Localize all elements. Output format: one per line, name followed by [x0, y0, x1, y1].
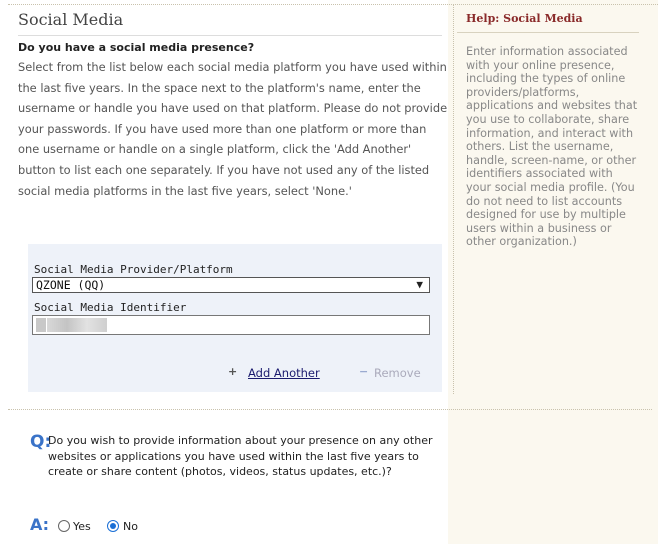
platform-select-value: QZONE (QQ)	[36, 278, 106, 292]
help-text: Enter information associated with your o…	[466, 45, 638, 249]
identifier-input[interactable]	[32, 315, 430, 335]
plus-icon: +	[228, 365, 238, 378]
page-title: Social Media	[18, 10, 124, 29]
followup-question: Do you wish to provide information about…	[48, 434, 433, 478]
instructions-text: Select from the list below each social m…	[18, 60, 448, 198]
section-question: Do you have a social media presence?	[18, 41, 255, 54]
redacted-identifier-blur	[47, 318, 107, 332]
page-background: Social Media Do you have a social media …	[0, 0, 658, 544]
help-rule	[457, 32, 639, 33]
section-divider	[8, 409, 652, 410]
platform-label: Social Media Provider/Platform	[34, 263, 233, 276]
top-divider	[8, 4, 658, 5]
help-title: Help: Social Media	[466, 12, 583, 25]
add-another-button[interactable]: Add Another	[248, 366, 320, 380]
identifier-label: Social Media Identifier	[34, 301, 187, 314]
platform-select[interactable]: QZONE (QQ) ▼	[32, 277, 430, 293]
minus-icon: −	[359, 365, 369, 378]
remove-button[interactable]: Remove	[374, 366, 421, 380]
radio-yes[interactable]	[58, 520, 70, 532]
answer-marker: A:	[30, 515, 50, 534]
radio-no-label[interactable]: No	[123, 520, 138, 533]
radio-no[interactable]	[107, 520, 119, 532]
chevron-down-icon: ▼	[416, 278, 423, 291]
redacted-identifier	[36, 318, 46, 332]
social-media-entry: Social Media Provider/Platform QZONE (QQ…	[28, 244, 442, 392]
title-rule	[18, 35, 442, 36]
vertical-divider	[453, 4, 454, 394]
radio-yes-label[interactable]: Yes	[73, 520, 91, 533]
